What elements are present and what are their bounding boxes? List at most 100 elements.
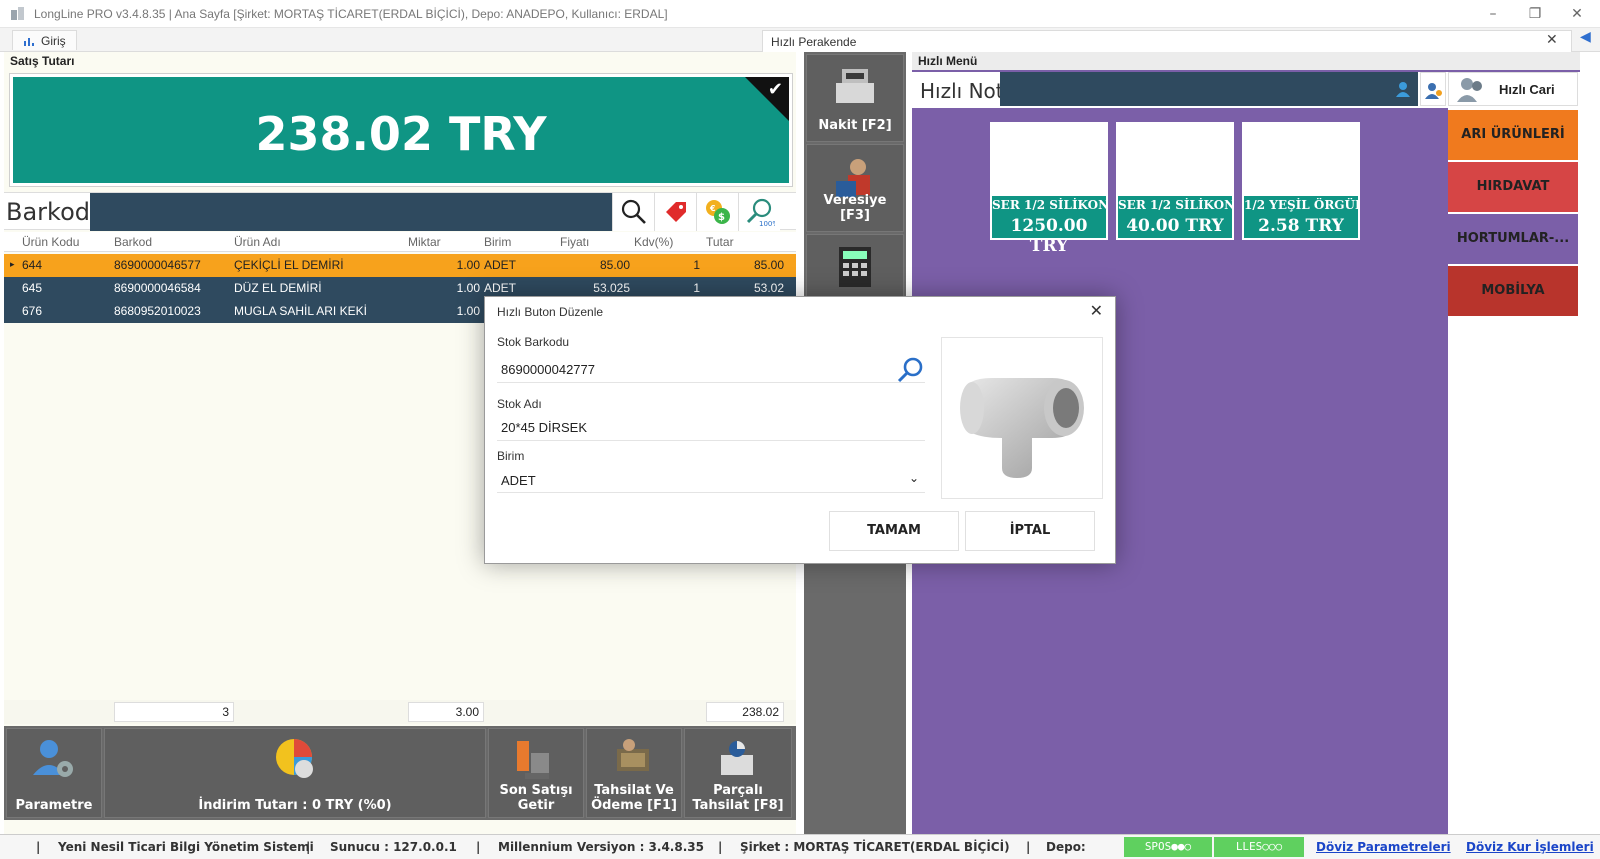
zoom-icon: 100% — [746, 198, 775, 227]
person-search-icon — [1425, 83, 1442, 99]
tab-hizli-perakende[interactable]: Hızlı Perakende — [762, 30, 1572, 52]
nakit-button[interactable]: Nakit [F2] — [806, 54, 904, 142]
unit-select[interactable]: ADET ⌄ — [497, 467, 925, 493]
product-button[interactable]: SER 1/2 SİLİKONL 40.00 TRY — [1116, 122, 1234, 240]
dialog-title: Hızlı Buton Düzenle — [497, 305, 604, 319]
product-price: 40.00 TRY — [1126, 216, 1224, 236]
doviz-parametreleri-link[interactable]: Döviz Parametreleri — [1316, 840, 1451, 854]
tahsilat-odeme-label: Tahsilat Ve Ödeme [F1] — [587, 783, 681, 813]
category-hirdavat[interactable]: HIRDAVAT — [1448, 162, 1578, 212]
app-logo-icon — [11, 7, 24, 20]
svg-text:$: $ — [718, 212, 725, 223]
status-depot: Depo: — [1046, 840, 1086, 854]
pipe-elbow-image — [960, 378, 1084, 478]
son-satis-button[interactable]: Son Satışı Getir — [488, 728, 584, 818]
quick-note-input[interactable] — [1000, 72, 1418, 106]
cash-register-icon — [836, 69, 874, 103]
status-separator: | — [36, 840, 41, 854]
bottom-toolbar: Parametre İndirim Tutarı : 0 TRY (%0) So… — [4, 726, 796, 820]
customers-icon — [1457, 78, 1482, 102]
barcode-input[interactable] — [90, 193, 626, 231]
chevron-down-icon: ⌄ — [908, 471, 919, 485]
col-header-name[interactable]: Ürün Adı — [234, 235, 281, 249]
doviz-kur-link[interactable]: Döviz Kur İşlemleri — [1466, 840, 1594, 854]
product-button[interactable]: 1/2 YEŞİL ÖRGÜLÜ 2.58 TRY — [1242, 122, 1360, 240]
tahsilat-odeme-button[interactable]: Tahsilat Ve Ödeme [F1] — [586, 728, 682, 818]
parcali-tahsilat-button[interactable]: Parçalı Tahsilat [F8] — [684, 728, 792, 818]
ok-button[interactable]: TAMAM — [829, 511, 959, 551]
stock-barcode-label: Stok Barkodu — [497, 335, 570, 349]
sales-total-value: 238.02 TRY — [255, 107, 547, 161]
category-ari-urunleri[interactable]: ARI ÜRÜNLERİ — [1448, 110, 1578, 160]
tab-close-icon[interactable]: ✕ — [1546, 32, 1558, 48]
son-satis-line1: Son Satışı — [499, 783, 573, 798]
search-icon[interactable] — [895, 355, 925, 385]
restore-icon[interactable]: ❐ — [1520, 4, 1550, 24]
window-title: LongLine PRO v3.4.8.35 | Ana Sayfa [Şirk… — [34, 7, 668, 21]
cell-name: DÜZ EL DEMİRİ — [234, 281, 322, 295]
col-header-total[interactable]: Tutar — [706, 235, 734, 249]
discount-pie-icon — [276, 739, 313, 778]
cell-barcode: 8690000046584 — [114, 281, 201, 295]
zoom-button[interactable]: 100% — [738, 193, 780, 231]
category-hortumlar[interactable]: HORTUMLAR-... — [1448, 214, 1578, 264]
tahsilat-line1: Tahsilat Ve — [594, 783, 674, 798]
tahsilat-line2: Ödeme [F1] — [591, 798, 677, 813]
customer-lookup-button[interactable] — [1420, 72, 1446, 106]
table-row[interactable]: ▸ 644 8690000046577 ÇEKİÇLİ EL DEMİRİ 1.… — [4, 254, 796, 277]
product-image — [992, 124, 1106, 196]
lles-indicator: LLES○○○ — [1214, 837, 1304, 857]
cell-barcode: 8690000046577 — [114, 258, 201, 272]
total-count: 3 — [114, 702, 234, 722]
product-button[interactable]: SER 1/2 SİLİKONL 1250.00 TRY — [990, 122, 1108, 256]
col-header-kdv[interactable]: Kdv(%) — [634, 235, 673, 249]
quick-customer-button[interactable]: Hızlı Cari — [1448, 72, 1578, 106]
col-header-qty[interactable]: Miktar — [408, 235, 441, 249]
cancel-button[interactable]: İPTAL — [965, 511, 1095, 551]
product-image — [1118, 124, 1232, 196]
barcode-row: Barkod $ € 100% — [4, 192, 796, 231]
currency-icon: $ € — [705, 200, 730, 224]
currency-button[interactable]: $ € — [696, 193, 738, 231]
cell-total: 85.00 — [753, 258, 784, 272]
cell-name: MUGLA SAHİL ARI KEKİ — [234, 304, 367, 318]
price-tag-button[interactable] — [654, 193, 696, 231]
quick-note-row: Hızlı Not Hızlı Cari — [912, 72, 1580, 108]
stock-image — [941, 337, 1103, 499]
parcali-line2: Tahsilat [F8] — [692, 798, 784, 813]
col-header-unit[interactable]: Birim — [484, 235, 511, 249]
cell-code: 645 — [22, 281, 43, 295]
close-window-icon[interactable]: ✕ — [1562, 4, 1592, 24]
veresiye-button[interactable]: Veresiye [F3] — [806, 144, 904, 232]
category-mobilya[interactable]: MOBİLYA — [1448, 266, 1578, 316]
dialog-close-icon[interactable]: ✕ — [1090, 301, 1103, 320]
stock-barcode-input[interactable] — [497, 357, 925, 383]
quick-customer-label: Hızlı Cari — [1499, 81, 1555, 97]
check-icon[interactable]: ✔ — [768, 79, 783, 100]
stock-name-input[interactable] — [497, 415, 925, 441]
cell-kdv: 1 — [693, 281, 700, 295]
row-pointer-icon: ▸ — [10, 259, 15, 269]
cell-total: 53.02 — [753, 281, 784, 295]
minimize-icon[interactable]: – — [1478, 4, 1508, 24]
col-header-barcode[interactable]: Barkod — [114, 235, 152, 249]
parametre-label: Parametre — [15, 798, 93, 813]
discount-button[interactable]: İndirim Tutarı : 0 TRY (%0) — [104, 728, 486, 818]
svg-text:100%: 100% — [759, 220, 775, 227]
parcali-line1: Parçalı — [713, 783, 763, 798]
search-button[interactable] — [612, 193, 654, 231]
discount-label: İndirim Tutarı : 0 TRY (%0) — [198, 798, 392, 813]
parcali-tahsilat-label: Parçalı Tahsilat [F8] — [685, 783, 791, 813]
veresiye-label: Veresiye [F3] — [823, 193, 887, 223]
collapse-arrow-icon[interactable]: ◀ — [1580, 28, 1600, 48]
cell-unit: ADET — [484, 258, 517, 272]
parametre-button[interactable]: Parametre — [6, 728, 102, 818]
total-qty: 3.00 — [408, 702, 484, 722]
payment-icon — [617, 739, 649, 771]
cell-qty: 1.00 — [456, 258, 480, 272]
col-header-price[interactable]: Fiyatı — [560, 235, 589, 249]
tab-giris[interactable]: Giriş — [12, 30, 77, 50]
col-header-code[interactable]: Ürün Kodu — [22, 235, 79, 249]
status-bar: | Yeni Nesil Ticari Bilgi Yönetim Sistem… — [0, 834, 1600, 859]
spos-indicator: SPOS●●○ — [1124, 837, 1212, 857]
